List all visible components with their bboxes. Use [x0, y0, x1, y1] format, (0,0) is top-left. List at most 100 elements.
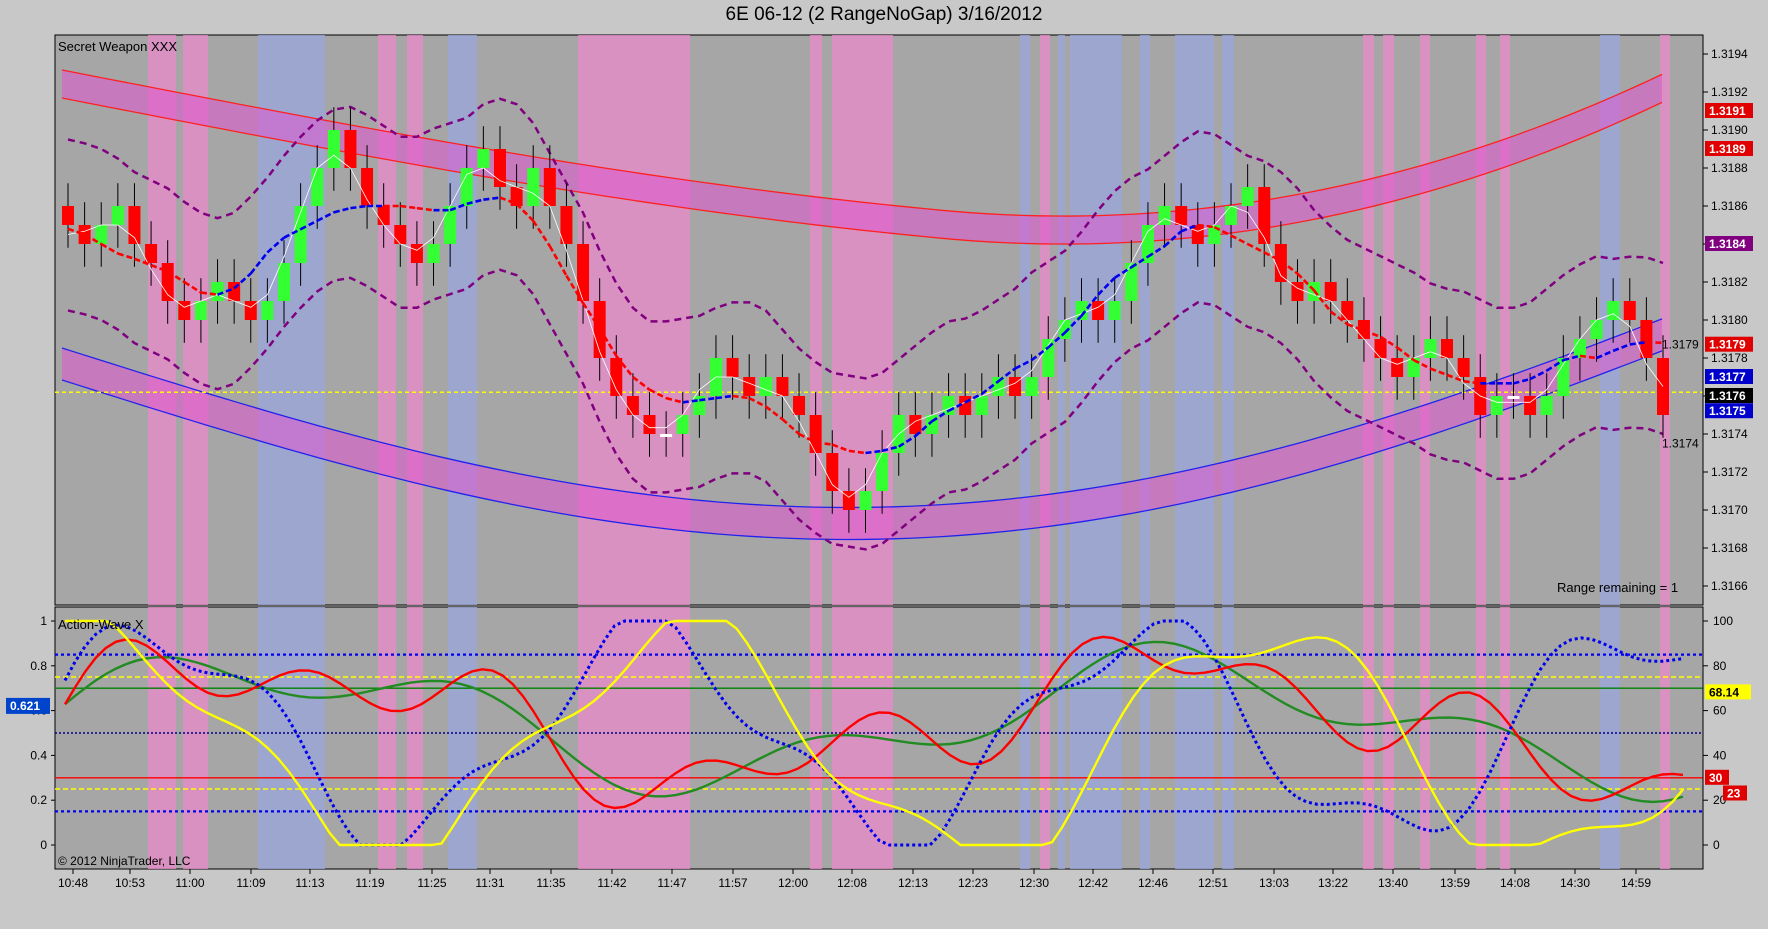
- osc-right-tick-label: 80: [1713, 659, 1727, 673]
- zone-stripe: [378, 35, 396, 605]
- price-bar: [577, 244, 590, 301]
- osc-zone-stripe: [1222, 607, 1234, 869]
- price-tick-label: 1.3172: [1711, 465, 1748, 479]
- price-bar: [62, 206, 74, 225]
- time-tick-label: 11:42: [597, 876, 626, 890]
- zone-stripe: [1383, 35, 1394, 605]
- price-bar: [660, 434, 673, 437]
- osc-right-tick-label: 0: [1713, 838, 1720, 852]
- osc-zone-stripe: [1140, 607, 1150, 869]
- window-title: 6E 06-12 (2 RangeNoGap) 3/16/2012: [725, 4, 1043, 25]
- price-bar: [493, 149, 506, 187]
- price-bar: [1108, 301, 1121, 320]
- time-tick-label: 10:48: [58, 876, 88, 890]
- price-bar: [1507, 396, 1520, 399]
- osc-zone-stripe: [1020, 607, 1030, 869]
- osc-zone-stripe: [258, 607, 325, 869]
- zone-stripe: [407, 35, 423, 605]
- price-panel-label: Secret Weapon XXX: [58, 39, 177, 54]
- osc-right-marker-label: 30: [1709, 771, 1723, 785]
- osc-left-tick-label: 0: [40, 838, 47, 852]
- price-bar: [1590, 320, 1603, 339]
- price-tick-label: 1.3174: [1711, 427, 1748, 441]
- time-tick-label: 14:59: [1621, 876, 1651, 890]
- osc-zone-stripe: [1040, 607, 1050, 869]
- price-bar: [460, 168, 473, 206]
- price-marker-label: 1.3189: [1709, 142, 1746, 156]
- price-bar: [1540, 396, 1553, 415]
- osc-right-tick-label: 100: [1713, 614, 1733, 628]
- price-tick-label: 1.3170: [1711, 503, 1748, 517]
- price-bar: [1341, 301, 1354, 320]
- time-tick-label: 11:31: [475, 876, 504, 890]
- osc-zone-stripe: [378, 607, 396, 869]
- price-bar: [743, 377, 756, 396]
- time-axis: 10:48 10:53 11:00 11:09 11:13 11:19 11:25 11:31…: [58, 869, 1651, 890]
- chart-canvas[interactable]: 1.3194 1.3192 1.3190 1.3188 1.3186 1.3184 1.31…: [0, 0, 1768, 924]
- osc-left-tick-label: 0.4: [30, 748, 47, 762]
- time-tick-label: 12:08: [837, 876, 867, 890]
- price-bar: [1391, 358, 1404, 377]
- price-marker-label: 1.3175: [1709, 404, 1746, 418]
- osc-zone-stripe: [448, 607, 477, 869]
- price-marker-label: 1.3179: [1709, 338, 1746, 352]
- price-tick-label: 1.3182: [1711, 275, 1748, 289]
- time-tick-label: 13:40: [1378, 876, 1408, 890]
- osc-left-marker-label: 0.621: [10, 699, 40, 713]
- price-bar: [1025, 377, 1038, 396]
- osc-left-tick-label: 1: [40, 614, 47, 628]
- price-bar: [626, 396, 639, 415]
- last-low-annotation: 1.3174: [1662, 437, 1699, 451]
- price-bar: [427, 244, 440, 263]
- osc-zone-stripe: [1476, 607, 1486, 869]
- price-bar: [394, 225, 407, 244]
- zone-stripe: [1140, 35, 1150, 605]
- price-tick-label: 1.3180: [1711, 313, 1748, 327]
- price-bar: [211, 282, 224, 301]
- price-bar: [527, 168, 540, 206]
- price-tick-label: 1.3178: [1711, 351, 1748, 365]
- time-tick-label: 11:57: [718, 876, 747, 890]
- time-tick-label: 10:53: [115, 876, 145, 890]
- price-bar: [294, 206, 307, 263]
- price-bar: [726, 358, 739, 377]
- price-tick-label: 1.3190: [1711, 123, 1748, 137]
- price-bar: [145, 244, 158, 263]
- copyright-label: © 2012 NinjaTrader, LLC: [58, 854, 191, 868]
- price-bar: [277, 263, 290, 301]
- osc-right-tick-label: 40: [1713, 748, 1727, 762]
- price-bar: [327, 130, 340, 168]
- price-bar: [311, 168, 324, 206]
- price-bar: [194, 301, 207, 320]
- price-bar: [344, 130, 357, 168]
- price-bar: [876, 453, 889, 491]
- price-bar: [859, 491, 872, 510]
- time-tick-label: 13:59: [1440, 876, 1470, 890]
- osc-left-tick-label: 0.2: [30, 793, 47, 807]
- time-tick-label: 12:42: [1078, 876, 1108, 890]
- osc-right-tick-label: 60: [1713, 704, 1727, 718]
- price-bar: [1175, 206, 1188, 225]
- oscillator-panel-label: Action-Wave X: [58, 617, 144, 632]
- price-bar: [111, 206, 124, 225]
- time-tick-label: 13:22: [1318, 876, 1348, 890]
- time-tick-label: 11:09: [236, 876, 265, 890]
- osc-zone-stripe: [148, 607, 176, 869]
- price-bar: [1640, 320, 1653, 358]
- price-bar: [1258, 187, 1271, 244]
- price-bar: [1441, 339, 1454, 358]
- price-bar: [377, 206, 390, 225]
- price-marker-label: 1.3177: [1709, 370, 1746, 384]
- osc-zone-stripe: [1070, 607, 1122, 869]
- time-tick-label: 12:23: [958, 876, 988, 890]
- price-bar: [477, 149, 490, 168]
- price-bar: [793, 396, 806, 415]
- chart-root: 6E 06-12 (2 RangeNoGap) 3/16/2012 1.3194…: [0, 0, 1768, 924]
- zone-stripe: [1175, 35, 1214, 605]
- price-bar: [1490, 396, 1503, 415]
- price-bar: [759, 377, 772, 396]
- time-tick-label: 12:51: [1198, 876, 1228, 890]
- range-remaining-label: Range remaining = 1: [1557, 580, 1678, 595]
- time-tick-label: 11:47: [657, 876, 686, 890]
- price-bar: [1374, 339, 1387, 358]
